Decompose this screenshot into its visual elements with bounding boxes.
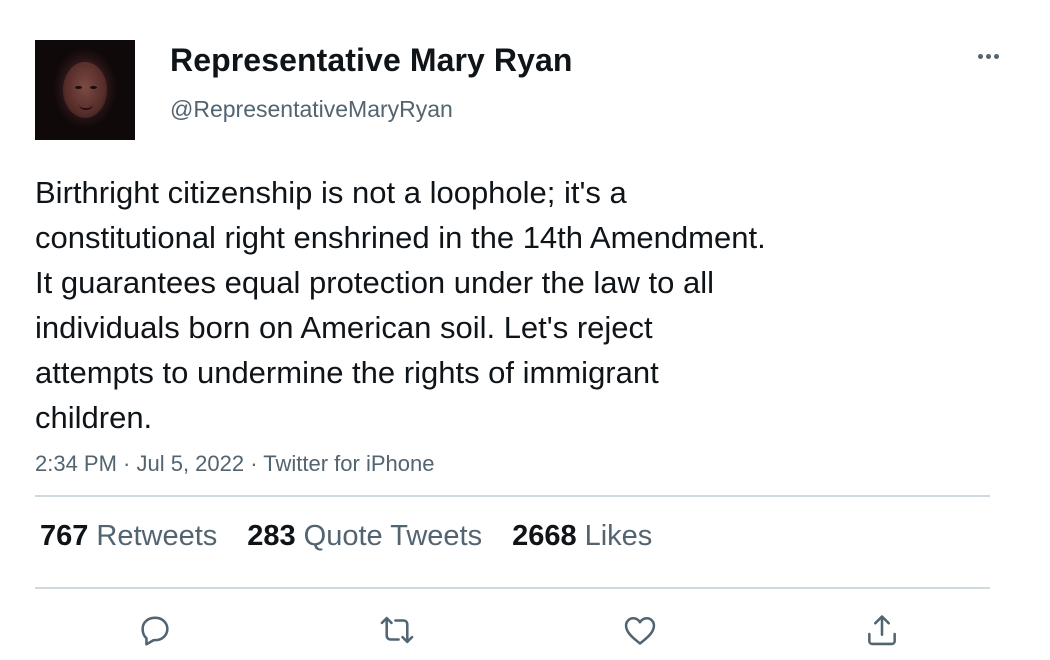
divider	[35, 587, 990, 589]
likes-label: Likes	[584, 520, 653, 552]
tweet-text: Birthright citizenship is not a loophole…	[35, 170, 915, 440]
more-horizontal-icon-dot	[985, 53, 991, 59]
reply-icon	[141, 616, 169, 646]
tweet-card: Representative Mary Ryan @Representative…	[0, 0, 1050, 660]
retweet-icon	[380, 616, 414, 644]
author-display-name[interactable]: Representative Mary Ryan	[170, 42, 573, 79]
tweet-text-line: Birthright citizenship is not a loophole…	[35, 175, 627, 210]
heart-icon	[624, 617, 656, 645]
likes-stat[interactable]: 2668 Likes	[512, 520, 652, 553]
more-options-button[interactable]	[968, 40, 1008, 72]
like-button[interactable]	[618, 608, 662, 652]
avatar-eye-left	[75, 86, 82, 89]
tweet-timestamp-source[interactable]: 2:34 PM · Jul 5, 2022 · Twitter for iPho…	[35, 451, 434, 477]
share-icon	[868, 615, 896, 646]
author-handle[interactable]: @RepresentativeMaryRyan	[170, 96, 453, 123]
share-button[interactable]	[860, 608, 904, 652]
tweet-stats: 767 Retweets 283 Quote Tweets 2668 Likes	[40, 520, 652, 553]
retweets-stat[interactable]: 767 Retweets	[40, 520, 217, 553]
avatar[interactable]	[35, 40, 135, 140]
retweet-button[interactable]	[375, 608, 419, 652]
quote-tweets-label: Quote Tweets	[303, 520, 483, 552]
tweet-text-line: individuals born on American soil. Let's…	[35, 310, 653, 345]
retweets-label: Retweets	[96, 520, 218, 552]
more-horizontal-icon	[977, 53, 983, 59]
likes-count: 2668	[512, 520, 577, 552]
tweet-text-line: children.	[35, 400, 153, 435]
divider	[35, 495, 990, 497]
more-horizontal-icon-dot	[993, 53, 999, 59]
retweets-count: 767	[40, 520, 89, 552]
reply-button[interactable]	[133, 608, 177, 652]
quote-tweets-stat[interactable]: 283 Quote Tweets	[247, 520, 482, 553]
avatar-eye-right	[90, 86, 97, 89]
tweet-text-line: constitutional right enshrined in the 14…	[35, 220, 766, 255]
tweet-text-line: attempts to undermine the rights of immi…	[35, 355, 659, 390]
quote-tweets-count: 283	[247, 520, 296, 552]
tweet-text-line: It guarantees equal protection under the…	[35, 265, 715, 300]
